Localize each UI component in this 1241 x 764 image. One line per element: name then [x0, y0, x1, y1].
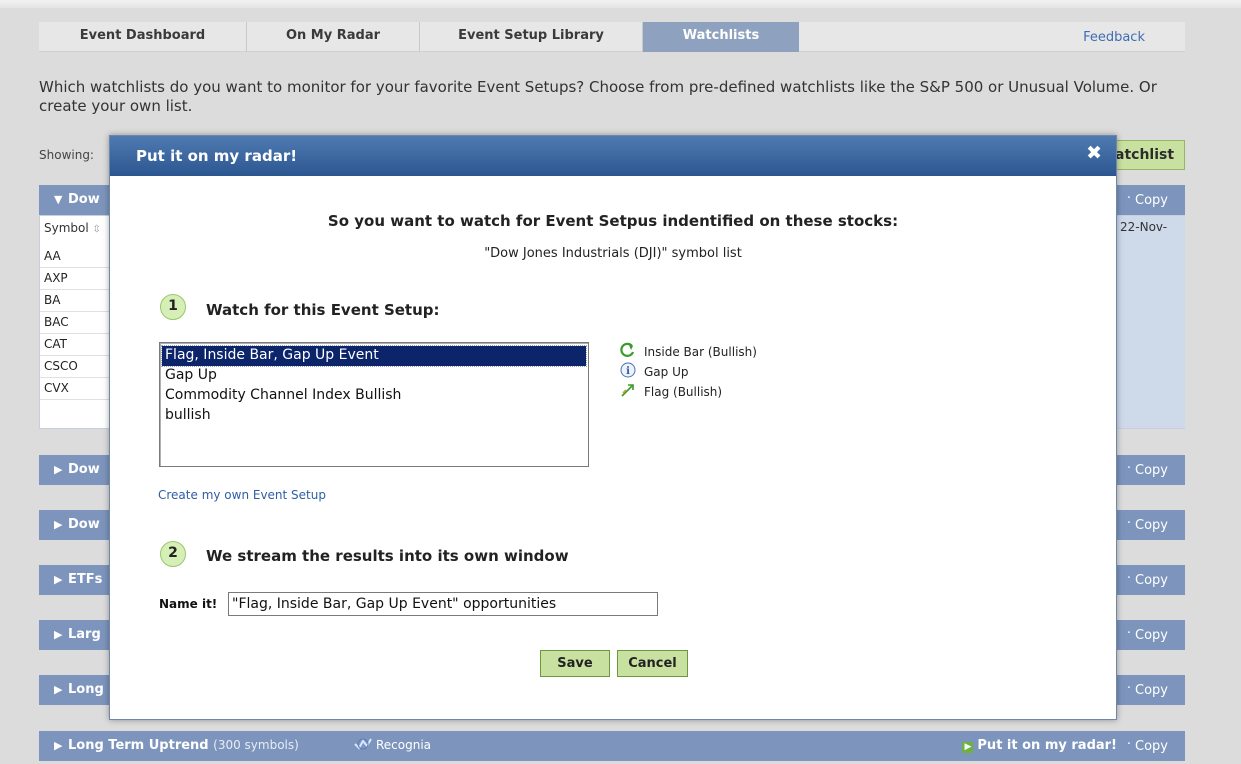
collapsed-triangle-icon: ▶	[54, 518, 63, 531]
table-row[interactable]: BAC	[40, 312, 115, 334]
panel-title-text: Long Term Uptrend	[68, 738, 209, 753]
panel-title: ETFs	[68, 572, 103, 587]
intro-text: Which watchlists do you want to monitor …	[39, 78, 1157, 115]
cancel-button[interactable]: Cancel	[617, 650, 688, 677]
radar-icon: ▶	[962, 742, 974, 753]
legend-label: Inside Bar (Bullish)	[644, 345, 757, 359]
info-icon: i	[620, 362, 636, 383]
setup-option[interactable]: bullish	[162, 406, 586, 426]
collapsed-triangle-icon: ▶	[54, 683, 63, 696]
separator-dot: ·	[1126, 626, 1131, 641]
tab-watchlists[interactable]: Watchlists	[643, 22, 799, 52]
watchlist-name-input[interactable]	[228, 592, 658, 616]
radar-dialog: Put it on my radar! ✖ So you want to wat…	[109, 135, 1117, 720]
setup-option[interactable]: Gap Up	[162, 366, 586, 386]
panel-title: Long	[68, 682, 104, 697]
name-label: Name it!	[159, 597, 218, 611]
recognia-logo-icon	[354, 738, 372, 753]
top-strip	[0, 0, 1241, 8]
copy-link[interactable]: Copy	[1135, 463, 1168, 478]
dialog-header: Put it on my radar! ✖	[110, 136, 1116, 176]
add-watchlist-button[interactable]: atchlist	[1112, 140, 1185, 170]
inside-bar-icon	[620, 342, 636, 363]
event-setup-listbox[interactable]: Flag, Inside Bar, Gap Up Event Gap Up Co…	[159, 342, 589, 467]
setup-option[interactable]: Flag, Inside Bar, Gap Up Event	[161, 345, 587, 367]
put-on-radar-link[interactable]: ▶ Put it on my radar!	[962, 738, 1117, 753]
step-1-title: Watch for this Event Setup:	[206, 301, 440, 319]
separator-dot: ·	[1126, 571, 1131, 586]
watchlist-panel-header[interactable]: ▶ Long Term Uptrend (300 symbols) Recogn…	[39, 731, 1185, 761]
tab-event-dashboard[interactable]: Event Dashboard	[39, 22, 247, 52]
setup-option[interactable]: Commodity Channel Index Bullish	[162, 386, 586, 406]
step-2-title: We stream the results into its own windo…	[206, 547, 569, 565]
separator-dot: ·	[1126, 191, 1131, 206]
copy-link[interactable]: Copy	[1135, 518, 1168, 533]
collapsed-triangle-icon: ▶	[54, 573, 63, 586]
collapsed-triangle-icon: ▶	[54, 463, 63, 476]
separator-dot: ·	[1126, 516, 1131, 531]
copy-link[interactable]: Copy	[1135, 193, 1168, 208]
showing-label: Showing:	[39, 148, 94, 162]
copy-link[interactable]: Copy	[1135, 573, 1168, 588]
date-column-header: 22-Nov-	[1120, 220, 1168, 234]
flag-icon	[620, 382, 636, 403]
dialog-title: Put it on my radar!	[136, 147, 298, 165]
tab-on-my-radar[interactable]: On My Radar	[247, 22, 420, 52]
symbol-column-header[interactable]: Symbol ⇳	[40, 216, 115, 240]
sort-icon[interactable]: ⇳	[93, 224, 101, 235]
legend-item: i Gap Up	[620, 362, 757, 382]
table-row[interactable]: CSCO	[40, 356, 115, 378]
panel-title: Dow	[68, 192, 100, 207]
separator-dot: ·	[1126, 737, 1131, 752]
close-icon[interactable]: ✖	[1086, 143, 1102, 163]
collapsed-triangle-icon: ▶	[54, 739, 63, 752]
save-button[interactable]: Save	[540, 650, 610, 677]
setup-legend: Inside Bar (Bullish) i Gap Up Flag (Bulli…	[620, 342, 757, 402]
feedback-link[interactable]: Feedback	[1083, 30, 1145, 45]
expanded-triangle-icon: ▼	[54, 193, 63, 206]
copy-link[interactable]: Copy	[1135, 683, 1168, 698]
copy-link[interactable]: Copy	[1135, 739, 1168, 754]
table-row[interactable]: BA	[40, 290, 115, 312]
recognia-brand: Recognia	[354, 738, 431, 753]
panel-title: Larg	[68, 627, 101, 642]
panel-title: Long Term Uptrend (300 symbols)	[68, 738, 299, 753]
step-1-badge: 1	[160, 294, 186, 320]
main-nav: Event Dashboard On My Radar Event Setup …	[39, 22, 1185, 52]
create-event-setup-link[interactable]: Create my own Event Setup	[158, 488, 326, 502]
symbol-count: (300 symbols)	[213, 738, 299, 752]
svg-text:i: i	[626, 366, 630, 377]
panel-title: Dow	[68, 517, 100, 532]
legend-label: Gap Up	[644, 365, 689, 379]
separator-dot: ·	[1126, 461, 1131, 476]
table-row[interactable]: CAT	[40, 334, 115, 356]
legend-item: Flag (Bullish)	[620, 382, 757, 402]
symbol-header-label: Symbol	[44, 221, 89, 235]
table-row[interactable]: CVX	[40, 378, 115, 400]
copy-link[interactable]: Copy	[1135, 628, 1168, 643]
table-row[interactable]: AA	[40, 246, 115, 268]
collapsed-triangle-icon: ▶	[54, 628, 63, 641]
radar-label: Put it on my radar!	[977, 738, 1117, 753]
dialog-subheading: "Dow Jones Industrials (DJI)" symbol lis…	[484, 246, 742, 261]
brand-label: Recognia	[376, 738, 432, 752]
legend-item: Inside Bar (Bullish)	[620, 342, 757, 362]
table-side-area	[1115, 216, 1185, 428]
legend-label: Flag (Bullish)	[644, 385, 723, 399]
step-2-badge: 2	[160, 541, 186, 567]
panel-title: Dow	[68, 462, 100, 477]
separator-dot: ·	[1126, 681, 1131, 696]
tab-event-setup-library[interactable]: Event Setup Library	[420, 22, 643, 52]
dialog-heading: So you want to watch for Event Setpus in…	[327, 212, 899, 230]
table-row[interactable]: AXP	[40, 268, 115, 290]
